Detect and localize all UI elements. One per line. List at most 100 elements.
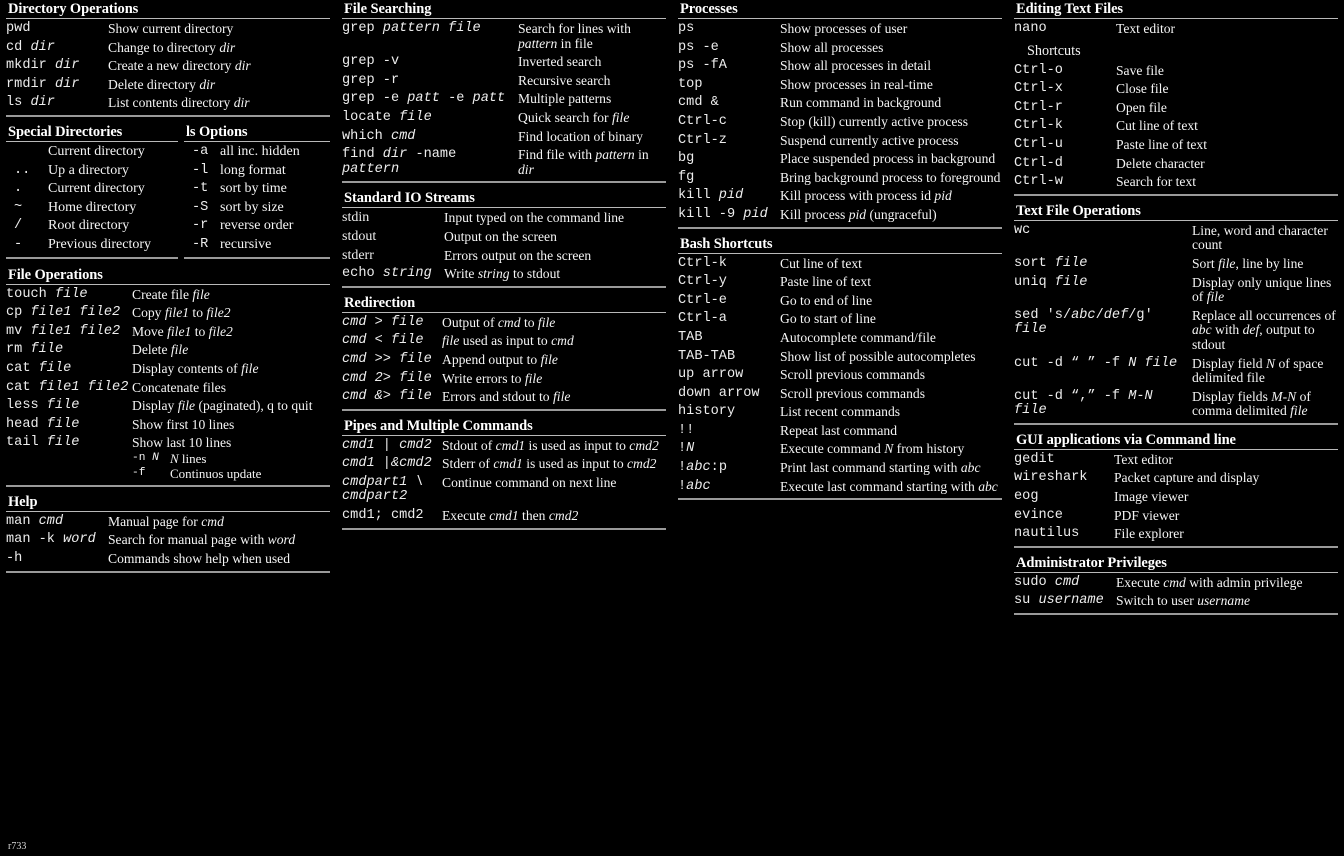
table-row: up arrow Scroll previous commands — [678, 366, 1002, 385]
table-row: grep -v Inverted search — [342, 53, 666, 72]
description-cell: Write errors to file — [442, 370, 543, 386]
description-cell: Search for text — [1116, 174, 1197, 190]
command-cell: -h — [6, 551, 23, 567]
description-cell: Paste line of text — [780, 274, 871, 290]
description-cell: Stderr of cmd1 is used as input to cmd2 — [442, 456, 657, 472]
description-cell: Display field N of space delimited file — [1192, 355, 1324, 386]
command-cell: stdin — [342, 210, 370, 226]
command-cell: cmd < file — [342, 333, 424, 349]
table-row: tail file Show last 10 lines -n NN lines -f… — [6, 434, 330, 483]
description-cell: Find location of binary — [518, 128, 643, 144]
command-cell: find dir -name pattern — [342, 147, 457, 177]
description-cell: Show processes in real-time — [780, 76, 933, 92]
command-cell: !! — [678, 422, 695, 438]
section-bottom-divider — [1014, 422, 1338, 425]
table-row: mv file1 file2 Move file1 to file2 — [6, 323, 330, 342]
command-cell: mv file1 file2 — [6, 323, 121, 339]
command-table: touch file Create file file cp file1 file2… — [6, 286, 330, 483]
section-bottom-divider — [342, 181, 666, 184]
sub-option-row: -n N N lines — [132, 451, 330, 466]
description-cell: Home directory — [48, 199, 137, 215]
table-row: su username Switch to user username — [1014, 592, 1338, 611]
command-cell: grep -v — [342, 54, 400, 70]
table-row: ls dir List contents directory dir — [6, 94, 330, 113]
description-cell: Recursive search — [518, 72, 611, 88]
description-cell: Root directory — [48, 218, 130, 234]
command-cell: cmd1; cmd2 — [342, 508, 424, 524]
command-cell: eog — [1014, 489, 1039, 505]
command-cell: Ctrl-x — [1014, 81, 1063, 97]
table-row: cmd1; cmd2 Execute cmd1 then cmd2 — [342, 507, 666, 526]
section-pipes-and-multiple-commands: Pipes and Multiple Commands cmd1 | cmd2 St… — [342, 417, 666, 530]
description-cell: Bring background process to foreground — [780, 169, 1001, 185]
table-row: kill -9 pid Kill process pid (ungraceful) — [678, 206, 1002, 225]
command-cell: -S — [192, 199, 209, 215]
command-cell: Ctrl-k — [678, 255, 727, 271]
section-divider — [1014, 571, 1338, 573]
command-cell: cat file — [6, 360, 72, 376]
command-cell: nano — [1014, 21, 1047, 36]
command-table: nano Text editor — [1014, 20, 1338, 39]
section-divider — [6, 140, 178, 142]
command-cell: Ctrl-a — [678, 311, 727, 327]
command-cell: cmd &> file — [342, 389, 432, 405]
command-cell: Ctrl-c — [678, 113, 727, 129]
section-divider — [1014, 448, 1338, 450]
command-cell: top — [678, 76, 703, 92]
table-row: wc Line, word and character count — [1014, 222, 1338, 255]
table-row: echo string Write string to stdout — [342, 265, 666, 284]
command-cell: cmd > file — [342, 314, 424, 330]
command-cell: history — [678, 404, 736, 420]
table-row: sudo cmd Execute cmd with admin privilege — [1014, 574, 1338, 593]
command-cell: rmdir dir — [6, 76, 80, 92]
command-cell: down arrow — [678, 385, 760, 401]
table-row: Ctrl-a Go to start of line — [678, 310, 1002, 329]
command-cell: Ctrl-r — [1014, 99, 1063, 115]
description-cell: Quick search for file — [518, 109, 630, 125]
command-table: -a all inc. hidden -l long format -t sort by … — [184, 143, 330, 255]
section-editing-text-files: Editing Text Files nano Text editor Shortcu… — [1014, 0, 1338, 196]
table-row: Ctrl-r Open file — [1014, 99, 1338, 118]
table-row: cmd < file file used as input to cmd — [342, 332, 666, 351]
command-cell: wireshark — [1014, 470, 1088, 486]
command-cell: cmd 2> file — [342, 370, 432, 386]
table-row: cat file Display contents of file — [6, 360, 330, 379]
table-row: man -k word Search for manual page with w… — [6, 531, 330, 550]
table-row: rm file Delete file — [6, 341, 330, 360]
section-redirection: Redirection cmd > file Output of cmd to fi… — [342, 294, 666, 411]
section-title-special-directories: Special Directories — [8, 123, 123, 140]
description-cell: Delete character — [1116, 155, 1205, 171]
description-cell: Display file (paginated), q to quit — [132, 398, 313, 414]
command-cell: !abc — [678, 478, 711, 494]
command-cell: ps -fA — [678, 58, 727, 74]
table-row: sed 's/abc/def/g' file Replace all occurr… — [1014, 307, 1338, 355]
section-bottom-divider — [6, 484, 330, 487]
command-cell — [6, 143, 48, 162]
section-divider — [184, 140, 330, 142]
description-cell: Suspend currently active process — [780, 132, 959, 148]
description-cell: Scroll previous commands — [780, 367, 925, 383]
column-col3: Processes ps Show processes of user ps -e Sh… — [672, 0, 1008, 856]
command-table: stdin Input typed on the command line stdo… — [342, 209, 666, 283]
description-cell: File explorer — [1114, 526, 1184, 542]
table-row: / Root directory — [6, 217, 178, 236]
command-cell: pwd — [6, 21, 31, 36]
command-cell: bg — [678, 151, 695, 167]
table-row: -R recursive — [184, 236, 330, 255]
description-cell: Execute cmd with admin privilege — [1116, 574, 1303, 590]
description-cell: Print last command starting with abc — [780, 460, 981, 476]
sub-option-key: -f — [132, 466, 146, 479]
section-title-administrator-privileges: Administrator Privileges — [1016, 554, 1167, 571]
description-cell: List contents directory dir — [108, 95, 250, 111]
table-row: stdout Output on the screen — [342, 228, 666, 247]
table-row: cut -d “,” -f M-N file Display fields M-N… — [1014, 388, 1338, 421]
description-cell: List recent commands — [780, 404, 901, 420]
section-title-help: Help — [8, 493, 38, 510]
section-bottom-divider — [678, 498, 1002, 501]
table-row: less file Display file (paginated), q to … — [6, 397, 330, 416]
description-cell: Line, word and character count — [1192, 222, 1328, 253]
section-title-ls-options: ls Options — [186, 123, 248, 140]
description-cell: Create file file — [132, 286, 210, 302]
table-row: nautilus File explorer — [1014, 525, 1338, 544]
section-divider — [342, 434, 666, 436]
